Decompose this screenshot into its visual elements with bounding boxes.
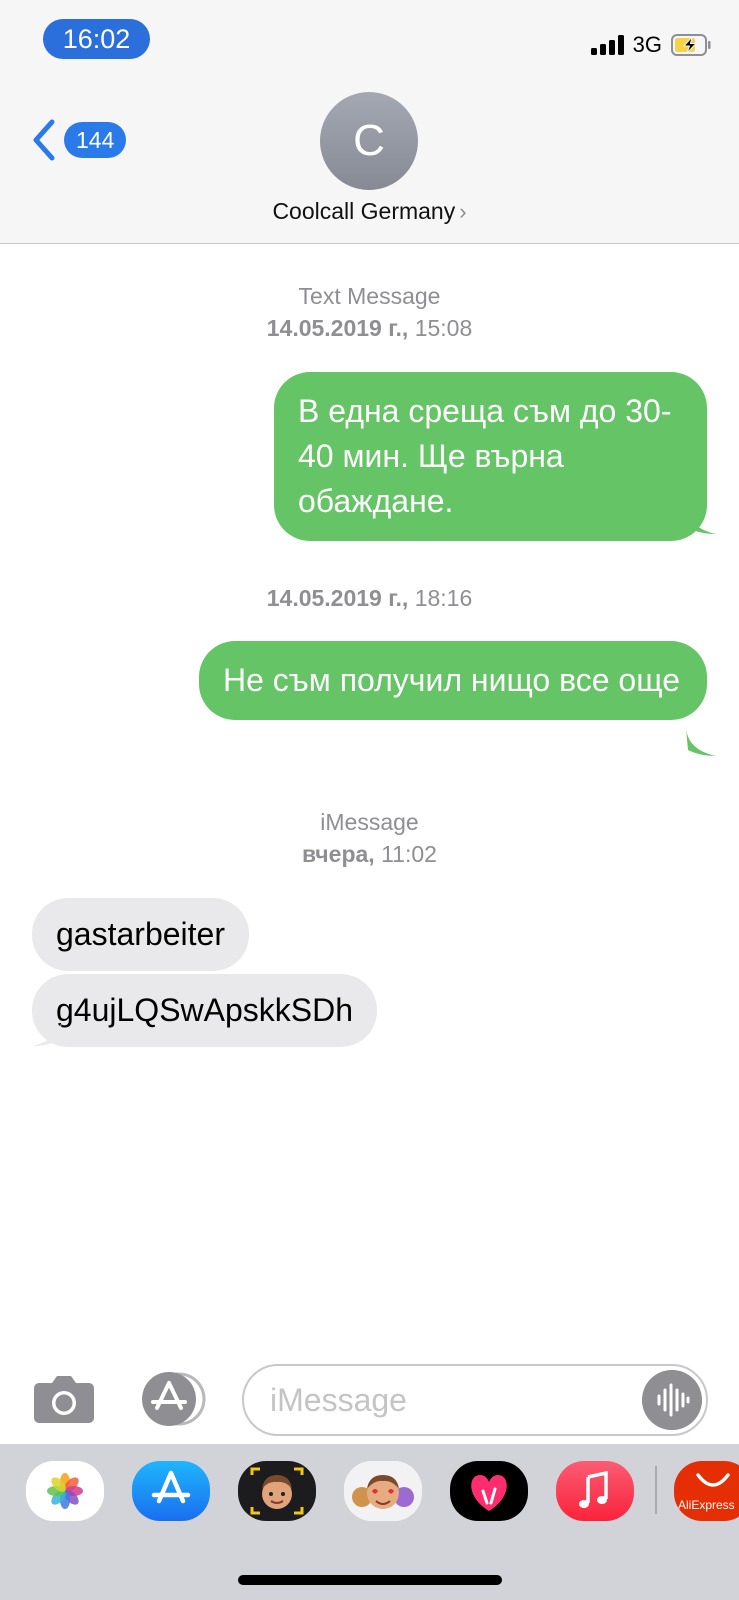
- message-group-header: iMessage вчера, 11:02: [0, 806, 739, 870]
- battery-charging-icon: [671, 34, 711, 56]
- cellular-signal-icon: [590, 35, 624, 55]
- message-input[interactable]: iMessage: [242, 1364, 708, 1436]
- status-indicators: 3G: [590, 32, 711, 58]
- message-group-header: Text Message 14.05.2019 г., 15:08: [0, 280, 739, 344]
- aliexpress-bag-icon: [696, 1473, 730, 1487]
- home-indicator[interactable]: [238, 1575, 502, 1585]
- network-type: 3G: [632, 32, 662, 57]
- digital-touch-icon[interactable]: [450, 1461, 528, 1521]
- app-store-button-icon[interactable]: [138, 1372, 208, 1426]
- bubble-tail: [32, 1018, 62, 1046]
- unread-count-badge: 144: [64, 122, 127, 158]
- aliexpress-label: AliExpress: [678, 1498, 735, 1512]
- sent-message-bubble[interactable]: В една среща съм до 30-40 мин. Ще върна …: [274, 372, 707, 541]
- photos-icon[interactable]: [26, 1461, 104, 1521]
- conversation-header: 16:02 3G 144 C Coolcall Germany ›: [0, 0, 739, 244]
- message-input-placeholder: iMessage: [270, 1382, 407, 1418]
- message-text: В една среща съм до 30-40 мин. Ще върна …: [298, 393, 672, 519]
- received-message-bubble[interactable]: g4ujLQSwApskkSDh: [32, 974, 378, 1047]
- app-store-icon[interactable]: [132, 1461, 210, 1521]
- bubble-tail: [686, 506, 716, 534]
- back-button[interactable]: 144: [30, 118, 127, 162]
- camera-icon[interactable]: [33, 1374, 95, 1424]
- timestamp: 14.05.2019 г., 15:08: [266, 315, 473, 341]
- bubble-tail: [686, 728, 716, 756]
- memoji-stickers-icon[interactable]: [344, 1461, 422, 1521]
- message-text: gastarbeiter: [56, 916, 225, 952]
- contact-title[interactable]: Coolcall Germany ›: [0, 198, 739, 225]
- message-text: g4ujLQSwApskkSDh: [56, 992, 354, 1028]
- contact-name: Coolcall Germany: [272, 198, 456, 224]
- audio-waveform-icon[interactable]: [642, 1370, 702, 1430]
- received-message-bubble[interactable]: gastarbeiter: [32, 898, 249, 971]
- chevron-right-icon: ›: [459, 199, 467, 224]
- aliexpress-icon[interactable]: AliExpress: [674, 1461, 739, 1521]
- chevron-left-icon: [33, 119, 55, 161]
- contact-avatar[interactable]: C: [320, 92, 418, 190]
- service-label: Text Message: [298, 283, 441, 309]
- drawer-divider: [655, 1466, 657, 1514]
- service-label: iMessage: [320, 809, 419, 835]
- message-text: Не съм получил нищо все още: [223, 662, 680, 698]
- music-icon[interactable]: [556, 1461, 634, 1521]
- timestamp: 14.05.2019 г., 18:16: [266, 585, 473, 611]
- memoji-camera-icon[interactable]: [238, 1461, 316, 1521]
- message-group-header: 14.05.2019 г., 18:16: [0, 582, 739, 614]
- status-time[interactable]: 16:02: [43, 19, 150, 59]
- timestamp: вчера, 11:02: [302, 841, 437, 867]
- sent-message-bubble[interactable]: Не съм получил нищо все още: [199, 641, 707, 720]
